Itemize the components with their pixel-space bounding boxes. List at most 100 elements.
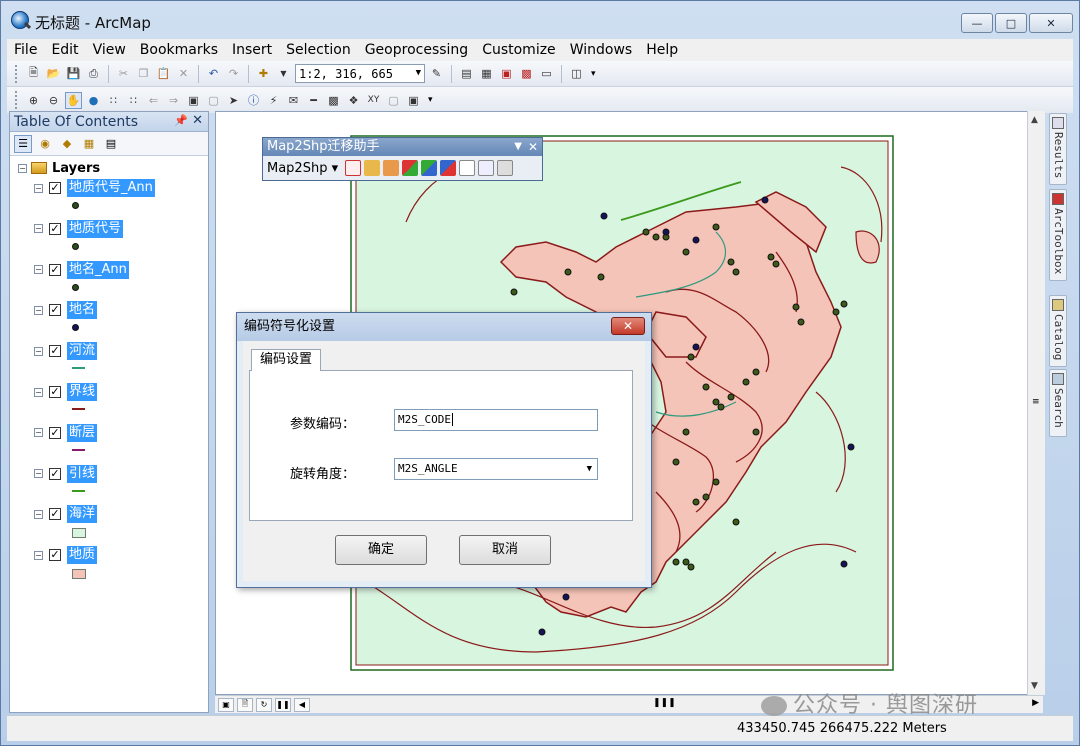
list-by-source-icon[interactable]: ◉ — [36, 135, 54, 153]
layer-name[interactable]: 地质代号 — [67, 219, 124, 238]
layer-symbol[interactable] — [72, 202, 79, 209]
close-icon[interactable]: ✕ — [528, 138, 538, 156]
clear-selection-icon[interactable]: ▢ — [205, 92, 222, 109]
convert-folder-icon[interactable] — [383, 160, 400, 176]
paste-icon[interactable]: 📋 — [155, 65, 172, 82]
pause-drawing-icon[interactable]: ❚❚ — [275, 697, 291, 712]
collapse-icon[interactable]: − — [34, 265, 43, 275]
menu-customize[interactable]: Customize — [475, 42, 563, 58]
menu-help[interactable]: Help — [639, 42, 685, 58]
zoom-in-icon[interactable]: ⊕ — [25, 92, 42, 109]
select-features-icon[interactable]: ▣ — [185, 92, 202, 109]
layer-symbol[interactable] — [72, 447, 85, 451]
toc-layer[interactable]: − ✓ 地质代号_Ann — [34, 178, 204, 218]
symbol-blue-icon[interactable] — [421, 160, 438, 176]
toc-layer[interactable]: − ✓ 地名 — [34, 300, 204, 340]
find-route-icon[interactable]: ❖ — [345, 92, 362, 109]
copy-icon[interactable]: ❐ — [135, 65, 152, 82]
back-arrow-icon[interactable]: ⇐ — [145, 92, 162, 109]
remove-layer-icon[interactable] — [345, 160, 362, 176]
dialog-close-button[interactable]: ✕ — [611, 317, 645, 335]
list-by-selection-icon[interactable]: ▦ — [80, 135, 98, 153]
time-slider-icon[interactable]: ▢ — [385, 92, 402, 109]
create-viewer-window-icon[interactable]: ▣ — [405, 92, 422, 109]
angle-field-select[interactable]: M2S_ANGLE ▼ — [394, 458, 598, 480]
identify-icon[interactable]: ⓘ — [245, 92, 262, 109]
results-tab[interactable]: Results — [1049, 113, 1067, 185]
close-icon[interactable]: ✕ — [192, 113, 203, 128]
symbol-green-icon[interactable] — [402, 160, 419, 176]
layer-name[interactable]: 海洋 — [67, 505, 98, 524]
ok-button[interactable]: 确定 — [335, 535, 427, 565]
scroll-left-icon[interactable]: ◀ — [294, 697, 310, 712]
close-button[interactable]: ✕ — [1029, 13, 1073, 33]
scroll-right-icon[interactable]: ▶ — [1032, 698, 1039, 708]
collapse-icon[interactable]: − — [34, 224, 43, 234]
floating-toolbar-title-bar[interactable]: Map2Shp迁移助手 ▼ ✕ — [263, 138, 542, 156]
print-icon[interactable]: ⎙ — [85, 65, 102, 82]
layer-symbol[interactable] — [72, 488, 85, 492]
layer-visibility-checkbox[interactable]: ✓ — [49, 345, 61, 358]
table-of-contents-icon[interactable]: ▤ — [458, 65, 475, 82]
catalog-tab[interactable]: Catalog — [1049, 295, 1067, 367]
layer-visibility-checkbox[interactable]: ✓ — [49, 549, 61, 562]
select-elements-icon[interactable]: ➤ — [225, 92, 242, 109]
export-folder-icon[interactable] — [364, 160, 381, 176]
collapse-icon[interactable]: − — [18, 163, 27, 173]
collapse-icon[interactable]: − — [34, 387, 43, 397]
layer-symbol[interactable] — [72, 406, 85, 410]
layer-name[interactable]: 引线 — [67, 464, 98, 483]
layer-visibility-checkbox[interactable]: ✓ — [49, 182, 61, 194]
layer-name[interactable]: 断层 — [67, 423, 98, 442]
map-scale-combobox[interactable]: 1:2, 316, 665 ▼ — [295, 64, 425, 83]
layer-visibility-checkbox[interactable]: ✓ — [49, 467, 61, 480]
delete-icon[interactable]: ✕ — [175, 65, 192, 82]
python-window-icon[interactable]: ▭ — [538, 65, 555, 82]
layer-symbol[interactable] — [72, 365, 85, 370]
layer-name[interactable]: 界线 — [67, 383, 98, 401]
layer-visibility-checkbox[interactable]: ✓ — [49, 426, 61, 439]
menu-bookmarks[interactable]: Bookmarks — [133, 42, 225, 58]
zoom-out-icon[interactable]: ⊖ — [45, 92, 62, 109]
arctoolbox-icon[interactable]: ▩ — [518, 65, 535, 82]
layers-root[interactable]: − Layers — [18, 158, 100, 178]
toc-layer[interactable]: − ✓ 地质代号 — [34, 219, 204, 259]
layer-name[interactable]: 河流 — [67, 342, 98, 361]
html-popup-icon[interactable]: ✉ — [285, 92, 302, 109]
code-field-input[interactable]: M2S_CODE — [394, 409, 598, 431]
toc-layer[interactable]: − ✓ 引线 — [34, 464, 204, 504]
chevron-down-icon[interactable]: ▼ — [416, 68, 421, 78]
menu-view[interactable]: View — [86, 42, 133, 58]
full-extent-globe-icon[interactable]: ● — [85, 92, 102, 109]
list-by-visibility-icon[interactable]: ◆ — [58, 135, 76, 153]
cut-icon[interactable]: ✂ — [115, 65, 132, 82]
menu-geoprocessing[interactable]: Geoprocessing — [358, 42, 475, 58]
toc-layer[interactable]: − ✓ 地质 — [34, 545, 204, 585]
layer-symbol[interactable] — [72, 569, 86, 580]
layer-symbol[interactable] — [72, 242, 79, 250]
toolbar-grip[interactable] — [15, 64, 19, 83]
table-icon[interactable] — [459, 160, 476, 176]
maximize-button[interactable]: □ — [995, 13, 1027, 33]
data-view-icon[interactable]: ▣ — [218, 697, 234, 712]
measure-icon[interactable]: ━ — [305, 92, 322, 109]
model-builder-icon[interactable]: ◫ — [568, 65, 585, 82]
toc-layer[interactable]: − ✓ 断层 — [34, 423, 204, 463]
layer-visibility-checkbox[interactable]: ✓ — [49, 263, 61, 276]
open-folder-icon[interactable]: 📂 — [45, 65, 62, 82]
cancel-button[interactable]: 取消 — [459, 535, 551, 565]
menu-file[interactable]: File — [7, 42, 44, 58]
scroll-down-icon[interactable]: ▼ — [1031, 681, 1038, 691]
layer-symbol[interactable] — [72, 283, 79, 291]
collapse-icon[interactable]: − — [34, 509, 43, 519]
layer-name[interactable]: 地名_Ann — [67, 260, 129, 279]
search-tab[interactable]: Search — [1049, 369, 1067, 437]
collapse-icon[interactable]: − — [34, 428, 43, 438]
layer-visibility-checkbox[interactable]: ✓ — [49, 304, 61, 317]
hyperlink-icon[interactable]: ⚡ — [265, 92, 282, 109]
menu-insert[interactable]: Insert — [225, 42, 279, 58]
new-document-icon[interactable]: 🗎 — [25, 65, 42, 82]
toc-layer[interactable]: − ✓ 河流 — [34, 341, 204, 381]
refresh-icon[interactable]: ↻ — [256, 697, 272, 712]
menu-selection[interactable]: Selection — [279, 42, 358, 58]
